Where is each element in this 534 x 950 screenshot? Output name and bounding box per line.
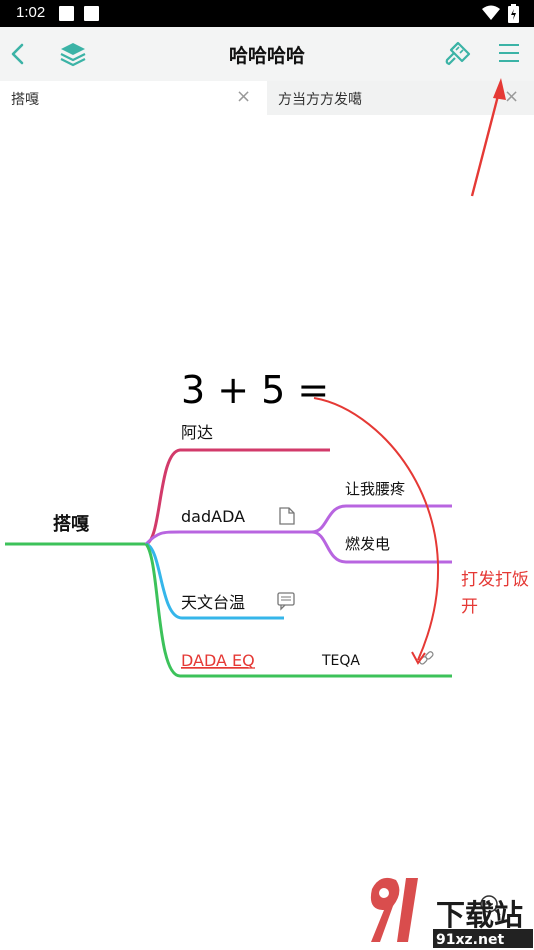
annotation-text: 开 <box>461 597 478 617</box>
node-text[interactable]: TEQA <box>321 653 360 669</box>
node-text[interactable]: 让我腰疼 <box>345 480 405 498</box>
mindmap-canvas[interactable]: 搭嘎 3 + 5 = 阿达 dadADA 让我腰疼 燃发电 天文台温 DADA … <box>0 0 534 950</box>
formula-text[interactable]: 3 + 5 = <box>181 368 329 412</box>
node-text[interactable]: dadADA <box>181 507 245 526</box>
annotation-text: 打发打饭 <box>461 570 529 590</box>
node-text[interactable]: 阿达 <box>181 423 213 442</box>
watermark-brand: 下载站 <box>436 898 523 932</box>
watermark-logo <box>370 877 418 942</box>
branch-line <box>145 448 330 546</box>
pointer-arrowhead <box>493 78 506 100</box>
root-node[interactable]: 搭嘎 <box>53 513 89 535</box>
branch-line <box>144 530 312 546</box>
note-icon[interactable] <box>279 507 295 525</box>
watermark-site: 91xz.net <box>436 932 504 948</box>
pointer-arrow <box>470 87 502 197</box>
relation-curve <box>313 397 439 661</box>
comment-icon[interactable] <box>277 592 295 611</box>
node-text[interactable]: 燃发电 <box>345 535 390 553</box>
node-text[interactable]: 天文台温 <box>181 593 245 612</box>
node-link-text[interactable]: DADA EQ <box>181 651 255 670</box>
